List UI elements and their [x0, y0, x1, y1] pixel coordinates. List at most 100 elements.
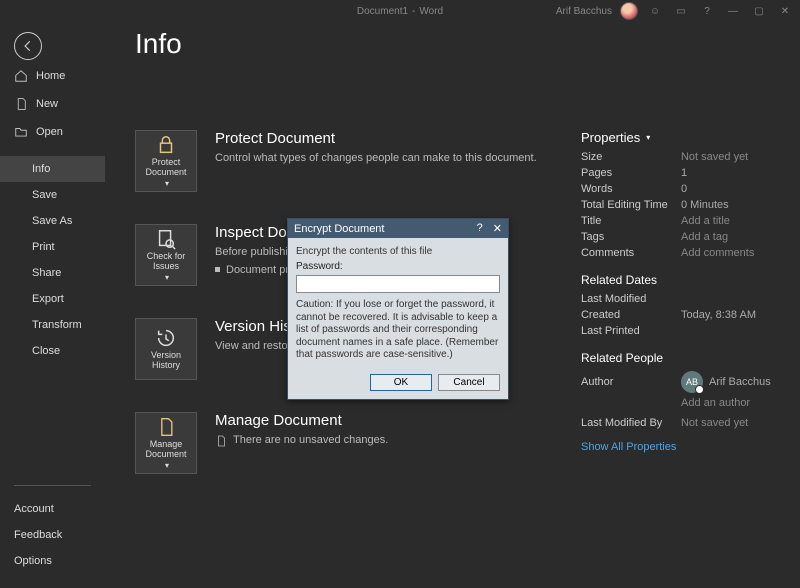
prop-created-value: Today, 8:38 AM — [681, 309, 790, 321]
prop-title-value[interactable]: Add a title — [681, 215, 790, 227]
nav-open-label: Open — [36, 126, 63, 138]
nav-feedback[interactable]: Feedback — [0, 522, 105, 548]
user-avatar-icon[interactable] — [620, 2, 638, 20]
inspect-icon — [155, 228, 177, 250]
nav-info[interactable]: Info — [0, 156, 105, 182]
new-icon — [14, 97, 28, 111]
titlebar-separator: - — [412, 6, 415, 17]
prop-author-value[interactable]: AB Arif Bacchus — [681, 371, 790, 393]
nav-account[interactable]: Account — [0, 496, 105, 522]
prop-size-key: Size — [581, 151, 681, 163]
nav-info-label: Info — [32, 163, 50, 175]
prop-created-key: Created — [581, 309, 681, 321]
section-protect: Protect Document ▾ Protect Document Contr… — [135, 130, 563, 192]
prop-author-key: Author — [581, 376, 681, 388]
protect-document-button[interactable]: Protect Document ▾ — [135, 130, 197, 192]
nav-transform[interactable]: Transform — [0, 312, 105, 338]
prop-tags-value[interactable]: Add a tag — [681, 231, 790, 243]
show-all-properties-link[interactable]: Show All Properties — [581, 441, 790, 453]
nav-feedback-label: Feedback — [14, 529, 62, 541]
back-button[interactable] — [14, 32, 42, 60]
manage-document-button[interactable]: Manage Document ▾ — [135, 412, 197, 474]
version-history-button[interactable]: Version History — [135, 318, 197, 380]
prop-time-value: 0 Minutes — [681, 199, 790, 211]
dialog-help-button[interactable]: ? — [477, 222, 483, 235]
page-title: Info — [135, 28, 182, 60]
chevron-down-icon: ▾ — [165, 462, 169, 471]
protect-tile-label: Protect Document — [138, 158, 194, 178]
chevron-down-icon: ▾ — [646, 133, 650, 142]
lock-icon — [155, 134, 177, 156]
nav-share[interactable]: Share — [0, 260, 105, 286]
open-icon — [14, 125, 28, 139]
home-icon — [14, 69, 28, 83]
titlebar-user-name[interactable]: Arif Bacchus — [556, 6, 612, 17]
prop-words-value: 0 — [681, 183, 790, 195]
bullet-icon — [215, 267, 220, 272]
author-name: Arif Bacchus — [709, 376, 771, 388]
nav-new-label: New — [36, 98, 58, 110]
nav-open[interactable]: Open — [0, 118, 105, 146]
properties-header[interactable]: Properties ▾ — [581, 130, 790, 145]
properties-header-label: Properties — [581, 130, 640, 145]
unsaved-doc-icon — [215, 434, 227, 448]
nav-save-label: Save — [32, 189, 57, 201]
chevron-down-icon: ▾ — [165, 274, 169, 283]
nav-export[interactable]: Export — [0, 286, 105, 312]
dialog-heading: Encrypt the contents of this file — [296, 246, 500, 257]
nav-home[interactable]: Home — [0, 62, 105, 90]
backstage-sidebar: Home New Open Info Save Save As Print Sh… — [0, 62, 105, 588]
arrow-left-icon — [21, 39, 35, 53]
prop-pages-value: 1 — [681, 167, 790, 179]
dialog-caution-text: Caution: If you lose or forget the passw… — [296, 299, 500, 362]
nav-close-label: Close — [32, 345, 60, 357]
history-icon — [155, 327, 177, 349]
nav-account-label: Account — [14, 503, 54, 515]
help-icon[interactable]: ? — [698, 3, 716, 19]
nav-transform-label: Transform — [32, 319, 82, 331]
nav-close[interactable]: Close — [0, 338, 105, 364]
nav-print[interactable]: Print — [0, 234, 105, 260]
version-tile-label: Version History — [138, 351, 194, 371]
ribbon-display-icon[interactable]: ▭ — [672, 3, 690, 19]
dialog-titlebar[interactable]: Encrypt Document ? ✕ — [288, 219, 508, 238]
nav-new[interactable]: New — [0, 90, 105, 118]
prop-comments-key: Comments — [581, 247, 681, 259]
manage-tile-label: Manage Document — [138, 440, 194, 460]
prop-comments-value[interactable]: Add comments — [681, 247, 790, 259]
cancel-button[interactable]: Cancel — [438, 374, 500, 391]
add-author[interactable]: Add an author — [681, 397, 790, 409]
prop-lastmod-value — [681, 293, 790, 305]
password-input[interactable] — [296, 275, 500, 293]
properties-panel: Properties▾ SizeNot saved yet Pages1 Wor… — [581, 130, 790, 588]
prop-time-key: Total Editing Time — [581, 199, 681, 211]
related-people-header: Related People — [581, 351, 790, 365]
chevron-down-icon: ▾ — [165, 180, 169, 189]
sidebar-divider — [14, 485, 91, 486]
coming-soon-icon[interactable]: ☺ — [646, 3, 664, 19]
app-titlebar: Document1 - Word Arif Bacchus ☺ ▭ ? — ▢ … — [0, 0, 800, 22]
prop-words-key: Words — [581, 183, 681, 195]
manage-title: Manage Document — [215, 412, 563, 429]
dialog-close-button[interactable]: ✕ — [493, 222, 502, 235]
nav-options[interactable]: Options — [0, 548, 105, 574]
protect-text: Control what types of changes people can… — [215, 151, 563, 166]
app-name: Word — [419, 6, 443, 17]
nav-save[interactable]: Save — [0, 182, 105, 208]
related-dates-header: Related Dates — [581, 273, 790, 287]
close-window-button[interactable]: ✕ — [776, 3, 794, 19]
dialog-title: Encrypt Document — [294, 223, 384, 235]
password-label: Password: — [296, 261, 500, 272]
ok-button[interactable]: OK — [370, 374, 432, 391]
nav-print-label: Print — [32, 241, 55, 253]
nav-home-label: Home — [36, 70, 65, 82]
document-name: Document1 — [357, 6, 408, 17]
minimize-button[interactable]: — — [724, 3, 742, 19]
prop-lastmod-key: Last Modified — [581, 293, 681, 305]
prop-title-key: Title — [581, 215, 681, 227]
restore-button[interactable]: ▢ — [750, 3, 768, 19]
prop-lastby-value: Not saved yet — [681, 417, 790, 429]
nav-save-as[interactable]: Save As — [0, 208, 105, 234]
check-for-issues-button[interactable]: Check for Issues▾ — [135, 224, 197, 286]
prop-tags-key: Tags — [581, 231, 681, 243]
